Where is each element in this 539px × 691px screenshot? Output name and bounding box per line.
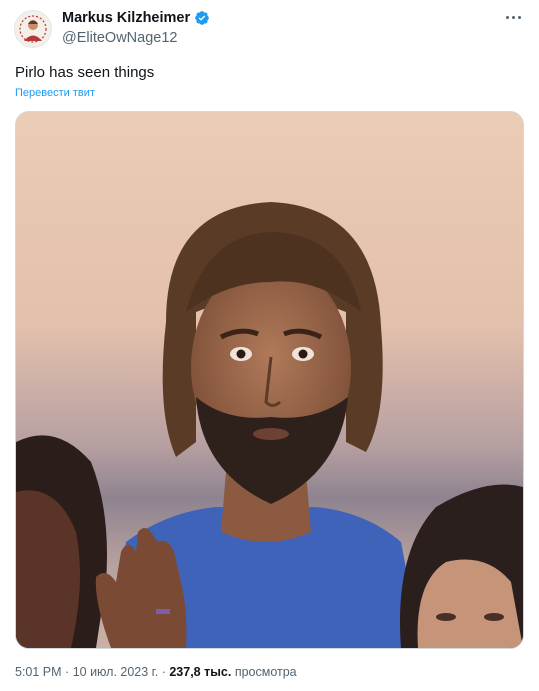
tweet-meta: 5:01 PM · 10 июл. 2023 г. · 237,8 тыс. п… bbox=[15, 665, 297, 679]
author-block: Markus Kilzheimer @EliteOwNage12 bbox=[62, 9, 210, 46]
tweet-photo[interactable] bbox=[15, 111, 524, 649]
translate-link[interactable]: Перевести твит bbox=[15, 87, 95, 99]
tweet-time[interactable]: 5:01 PM bbox=[15, 665, 62, 679]
photo-illustration bbox=[16, 112, 523, 648]
more-options-icon[interactable] bbox=[501, 10, 525, 24]
views-label: просмотра bbox=[234, 665, 297, 679]
avatar[interactable] bbox=[14, 10, 52, 48]
author-name[interactable]: Markus Kilzheimer bbox=[62, 10, 190, 26]
meta-separator-2: · bbox=[161, 665, 166, 679]
avatar-image bbox=[15, 11, 51, 47]
meta-separator: · bbox=[65, 665, 70, 679]
author-handle[interactable]: @EliteOwNage12 bbox=[62, 30, 210, 46]
tweet-text: Pirlo has seen things bbox=[15, 64, 155, 81]
tweet-card[interactable]: Markus Kilzheimer @EliteOwNage12 Pirlo h… bbox=[0, 0, 539, 691]
verified-badge-icon bbox=[195, 11, 209, 25]
views-count: 237,8 тыс. bbox=[169, 665, 232, 679]
tweet-date[interactable]: 10 июл. 2023 г. bbox=[73, 665, 159, 679]
